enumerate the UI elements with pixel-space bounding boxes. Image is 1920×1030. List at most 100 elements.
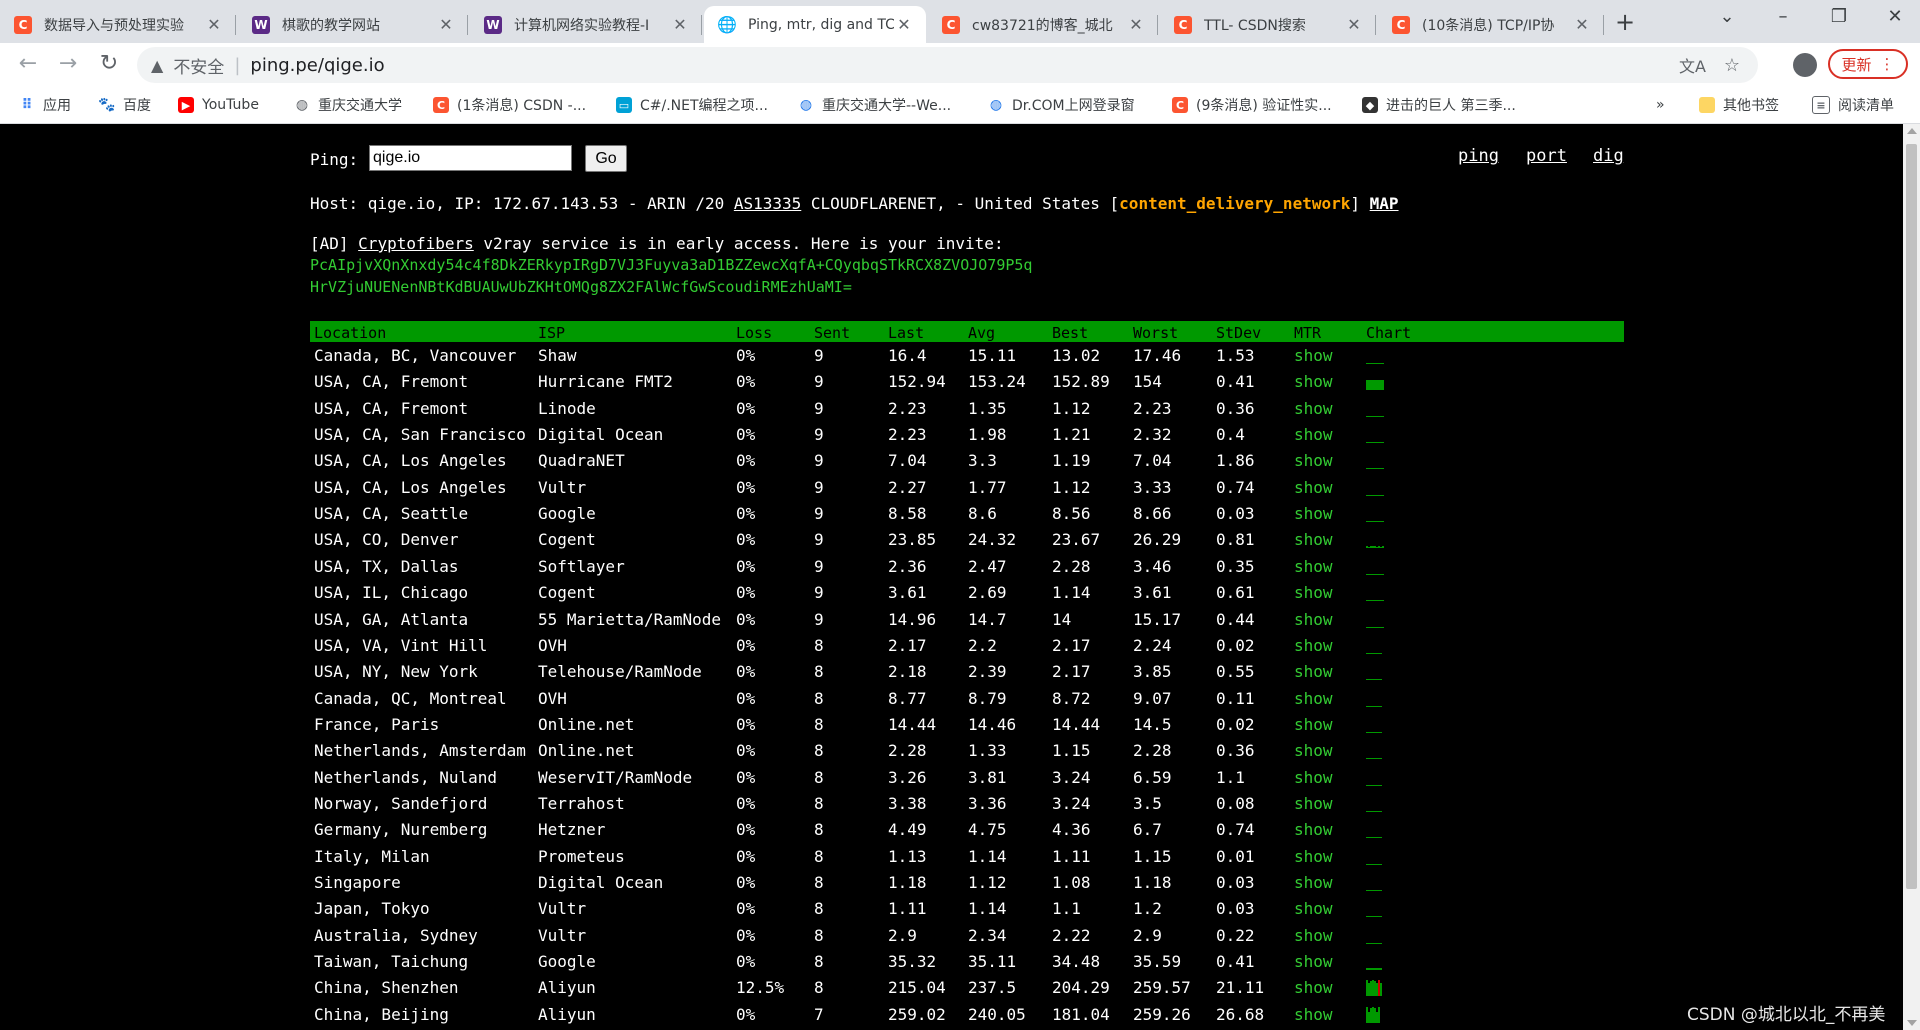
insecure-label[interactable]: 不安全 [173, 53, 224, 78]
mtr-show-link[interactable]: show [1294, 451, 1333, 470]
mtr-show-link[interactable]: show [1294, 741, 1333, 760]
mtr-show-link[interactable]: show [1294, 689, 1333, 708]
bookmark-star-icon[interactable]: ☆ [1724, 55, 1740, 76]
mtr-show-link[interactable]: show [1294, 399, 1333, 418]
scroll-down-icon[interactable] [1907, 1020, 1917, 1026]
tab-close-icon[interactable]: ✕ [1344, 15, 1364, 34]
latency-sparkline [1366, 612, 1390, 628]
cell-loss: 0% [736, 346, 756, 365]
bookmark-item[interactable]: ▭ C#/.NET编程之项... [616, 87, 768, 123]
mtr-show-link[interactable]: show [1294, 372, 1333, 391]
update-button[interactable]: 更新 ⋮ [1828, 49, 1908, 79]
restore-icon[interactable]: ❐ [1824, 6, 1854, 27]
mtr-show-link[interactable]: show [1294, 504, 1333, 523]
mtr-show-link[interactable]: show [1294, 952, 1333, 971]
cell-last: 2.9 [888, 925, 917, 945]
cell-sent: 8 [814, 635, 824, 655]
mtr-show-link[interactable]: show [1294, 926, 1333, 945]
profile-avatar-icon[interactable] [1793, 53, 1817, 77]
cryptofibers-link[interactable]: Cryptofibers [358, 234, 474, 253]
warning-icon[interactable]: ▲ [151, 56, 163, 75]
other-bookmarks-folder[interactable]: 其他书签 [1699, 87, 1779, 123]
bookmark-item[interactable]: ◍ Dr.COM上网登录窗 [988, 87, 1135, 123]
address-bar[interactable]: ▲ 不安全 | ping.pe/qige.io 文A ☆ [137, 47, 1758, 83]
cell-loss: 0% [736, 741, 756, 761]
mtr-show-link[interactable]: show [1294, 478, 1333, 497]
tab-1[interactable]: W 棋歌的教学网站 ✕ [238, 6, 468, 43]
bookmark-item[interactable]: ⠿ 应用 [19, 87, 71, 123]
cell-isp: Digital Ocean [538, 873, 664, 892]
cell-best: 181.04 [1052, 1004, 1110, 1024]
mtr-show-link[interactable]: show [1294, 794, 1333, 813]
page-scrollbar[interactable] [1903, 124, 1920, 1030]
cell-avg: 4.75 [968, 820, 1007, 840]
go-button[interactable]: Go [585, 145, 627, 172]
bookmark-label: 百度 [123, 98, 151, 114]
mtr-show-link[interactable]: show [1294, 583, 1333, 602]
ping-host-input[interactable] [369, 145, 572, 171]
tab-close-icon[interactable]: ✕ [436, 15, 456, 34]
mtr-show-link[interactable]: show [1294, 636, 1333, 655]
cell-location: Germany, Nuremberg [314, 820, 488, 840]
port-link[interactable]: port [1526, 146, 1567, 166]
mtr-show-link[interactable]: show [1294, 847, 1333, 866]
asn-link[interactable]: AS13335 [734, 194, 801, 213]
tab-close-icon[interactable]: ✕ [1126, 15, 1146, 34]
map-link[interactable]: MAP [1370, 194, 1399, 213]
tab-0[interactable]: C 数据导入与预处理实验 ✕ [0, 6, 236, 43]
mtr-show-link[interactable]: show [1294, 768, 1333, 787]
bookmarks-more-button[interactable]: » [1656, 87, 1665, 123]
bookmark-item[interactable]: 🐾 百度 [98, 87, 151, 123]
latency-sparkline [1366, 506, 1390, 523]
mtr-show-link[interactable]: show [1294, 610, 1333, 629]
tab-separator [1375, 15, 1376, 35]
bookmark-item[interactable]: C (1条消息) CSDN -... [433, 87, 586, 123]
tab-close-icon[interactable]: ✕ [204, 15, 224, 34]
url-text[interactable]: ping.pe/qige.io [250, 55, 384, 76]
mtr-show-link[interactable]: show [1294, 820, 1333, 839]
mtr-show-link[interactable]: show [1294, 557, 1333, 576]
tab-title: 棋歌的教学网站 [282, 17, 380, 34]
tab-close-icon[interactable]: ✕ [894, 15, 914, 34]
cell-sent: 8 [814, 714, 824, 734]
reading-list-button[interactable]: ≡ 阅读清单 [1812, 87, 1894, 123]
close-window-icon[interactable]: ✕ [1880, 6, 1910, 27]
bookmark-item[interactable]: C (9条消息) 验证性实... [1172, 87, 1332, 123]
tab-close-icon[interactable]: ✕ [670, 15, 690, 34]
bookmark-item[interactable]: ◍ 重庆交通大学 [294, 87, 402, 123]
ping-link[interactable]: ping [1458, 146, 1499, 166]
tab-4[interactable]: Ccw83721的博客_城北 ✕ [928, 6, 1158, 43]
divider: | [234, 54, 241, 76]
cell-worst: 2.9 [1133, 925, 1162, 945]
bookmark-item[interactable]: ◆ 进击的巨人 第三季... [1362, 87, 1516, 123]
cell-avg: 2.2 [968, 635, 997, 655]
tab-close-icon[interactable]: ✕ [1572, 15, 1592, 34]
dig-link[interactable]: dig [1593, 146, 1624, 166]
tab-2[interactable]: W 计算机网络实验教程-I ✕ [470, 6, 702, 43]
new-tab-button[interactable]: + [1611, 8, 1639, 36]
mtr-show-link[interactable]: show [1294, 346, 1333, 365]
mtr-show-link[interactable]: show [1294, 978, 1333, 997]
mtr-show-link[interactable]: show [1294, 662, 1333, 681]
scroll-up-icon[interactable] [1907, 128, 1917, 134]
cell-stdev: 0.36 [1216, 741, 1255, 761]
forward-icon[interactable]: → [54, 51, 82, 76]
bookmark-item[interactable]: ◍ 重庆交通大学--We... [798, 87, 951, 123]
tab-5[interactable]: C TTL- CSDN搜索 ✕ [1160, 6, 1376, 43]
minimize-icon[interactable]: – [1768, 6, 1798, 27]
mtr-show-link[interactable]: show [1294, 873, 1333, 892]
scrollbar-thumb[interactable] [1906, 144, 1917, 889]
cell-sent: 8 [814, 820, 824, 840]
mtr-show-link[interactable]: show [1294, 715, 1333, 734]
mtr-show-link[interactable]: show [1294, 530, 1333, 549]
mtr-show-link[interactable]: show [1294, 899, 1333, 918]
back-icon[interactable]: ← [14, 51, 42, 76]
translate-icon[interactable]: 文A [1679, 53, 1706, 77]
tab-3[interactable]: 🌐 Ping, mtr, dig and TC ✕ [704, 6, 926, 43]
mtr-show-link[interactable]: show [1294, 425, 1333, 444]
bookmark-item[interactable]: ▶ YouTube [178, 87, 259, 123]
tab-6[interactable]: C (10条消息) TCP/IP协 ✕ [1378, 6, 1604, 43]
reload-icon[interactable]: ↻ [95, 51, 123, 76]
tab-search-icon[interactable]: ⌄ [1712, 6, 1742, 27]
mtr-show-link[interactable]: show [1294, 1005, 1333, 1024]
